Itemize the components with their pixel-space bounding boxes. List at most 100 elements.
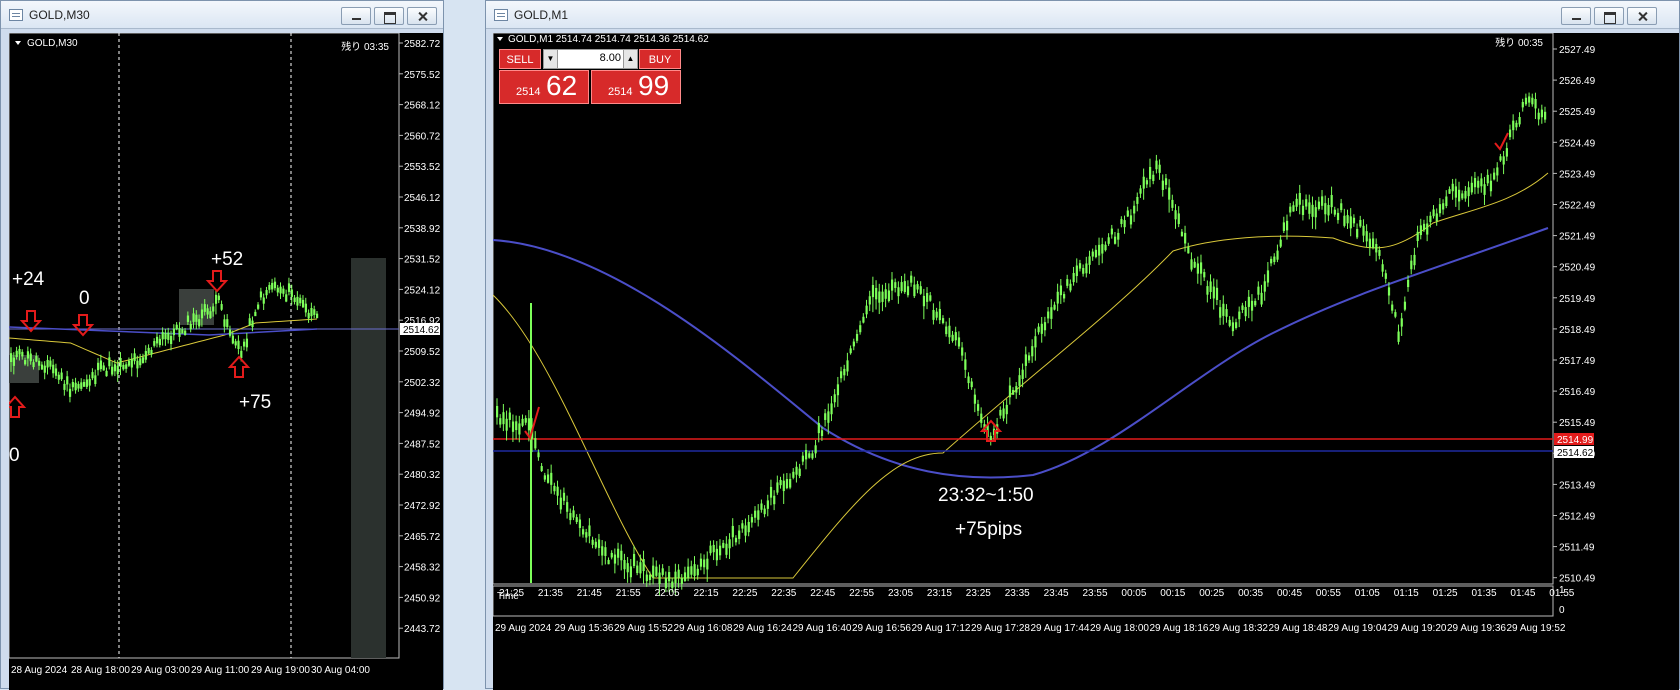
buy-price-button[interactable]: 2514 99: [591, 70, 681, 104]
price-candle: [1219, 307, 1222, 318]
price-candle: [1238, 311, 1241, 320]
price-candle: [1314, 207, 1317, 218]
window-gold-m30[interactable]: GOLD,M30 GOLD,M30 残り 03:35 2582.72 2575.52 2…: [0, 0, 444, 690]
price-candle: [795, 466, 798, 475]
price-candle: [1094, 249, 1098, 258]
price-candle: [1158, 164, 1161, 173]
price-candle: [865, 305, 868, 315]
price-candle: [133, 353, 136, 362]
time-tick-label: 29 Aug 16:08: [674, 623, 733, 634]
price-tick-label: 2560.72: [404, 131, 441, 142]
price-candle: [181, 329, 184, 334]
price-candle: [760, 503, 763, 510]
price-candle: [680, 577, 683, 585]
price-candle: [122, 364, 125, 370]
price-candle: [1359, 219, 1362, 227]
price-candle: [1190, 259, 1193, 270]
lot-decrease-icon[interactable]: ▼: [544, 50, 558, 68]
price-candle: [1362, 225, 1365, 236]
price-candle: [1056, 291, 1059, 304]
price-candle: [1069, 283, 1072, 291]
price-candle: [1024, 354, 1027, 366]
price-candle: [240, 350, 243, 359]
window-gold-m1[interactable]: GOLD,M1 残り 00:35 GOLD,M1 2514.74 2514.74 …: [485, 0, 1680, 690]
minimize-button[interactable]: [1561, 7, 1591, 25]
maximize-button[interactable]: [1594, 7, 1624, 25]
sell-price-button[interactable]: 2514 62: [499, 70, 589, 104]
price-candle: [683, 572, 687, 581]
price-candle: [1184, 232, 1187, 244]
close-button[interactable]: [407, 7, 437, 25]
price-candle: [293, 297, 296, 302]
lot-size-stepper[interactable]: ▼ 8.00 ▲: [543, 49, 638, 69]
price-candle: [63, 383, 66, 390]
price-candle: [871, 285, 875, 298]
price-candle: [804, 450, 808, 460]
price-candle: [130, 358, 133, 368]
price-candle: [1544, 111, 1547, 120]
buy-price-big: 99: [638, 70, 670, 101]
annotation-pips: +75pips: [955, 519, 1023, 540]
price-candle: [849, 348, 852, 354]
price-candle: [954, 332, 957, 341]
price-candle: [1270, 258, 1273, 264]
price-candle: [668, 572, 671, 582]
titlebar-m1[interactable]: GOLD,M1: [486, 1, 1679, 29]
price-candle: [926, 293, 929, 302]
price-candle: [1104, 244, 1107, 251]
titlebar-m30[interactable]: GOLD,M30: [1, 1, 443, 29]
price-candle: [290, 289, 293, 297]
price-tick-label: 2480.32: [404, 470, 441, 481]
price-candle: [613, 554, 617, 564]
price-candle: [1174, 210, 1177, 220]
price-tick-label: 2568.12: [404, 101, 441, 112]
maximize-button[interactable]: [374, 7, 404, 25]
price-candle: [1222, 303, 1225, 316]
price-candle: [1107, 237, 1110, 244]
price-candle: [1305, 199, 1308, 207]
chart-area-m1[interactable]: 残り 00:35 GOLD,M1 2514.74 2514.74 2514.36 …: [493, 33, 1679, 690]
price-candle: [741, 523, 744, 529]
price-candle: [655, 566, 658, 576]
price-candle: [1292, 205, 1295, 212]
price-candle: [948, 325, 951, 338]
price-candle: [868, 296, 871, 305]
lot-increase-icon[interactable]: ▲: [623, 50, 637, 68]
price-candle: [175, 324, 178, 330]
time-tick-label: 29 Aug 17:12: [912, 623, 971, 634]
price-candle: [1480, 178, 1483, 187]
price-candle: [515, 421, 518, 431]
sub-time-tick-label: 01:15: [1394, 588, 1419, 599]
price-candle: [1040, 323, 1043, 334]
minimize-button[interactable]: [341, 7, 371, 25]
price-candle: [648, 574, 652, 581]
price-candle: [1012, 389, 1015, 395]
price-tick-label: 2524.49: [1559, 138, 1596, 149]
price-candle: [1088, 256, 1091, 265]
price-candle: [1037, 326, 1040, 333]
lot-size-value[interactable]: 8.00: [560, 52, 621, 64]
sub-time-tick-label: 23:15: [927, 588, 952, 599]
price-candle: [773, 495, 776, 505]
chart-area-m30[interactable]: GOLD,M30 残り 03:35 2582.72 2575.52 2568.12 256…: [9, 33, 443, 690]
price-tick-label: 2513.49: [1559, 480, 1596, 491]
symbol-label: GOLD,M30: [27, 38, 78, 49]
price-candle: [1257, 286, 1260, 295]
buy-button[interactable]: BUY: [639, 49, 681, 69]
time-tick-label: 29 Aug 16:40: [793, 623, 852, 634]
price-candle: [855, 333, 859, 341]
price-candle: [1410, 260, 1413, 270]
price-candle: [1496, 167, 1499, 176]
price-candle: [620, 550, 623, 561]
sub-time-tick-label: 21:35: [538, 588, 563, 599]
window-title: GOLD,M1: [514, 8, 569, 22]
price-candle: [184, 330, 187, 336]
sub-time-tick-label: 00:55: [1316, 588, 1341, 599]
price-candle: [296, 296, 299, 306]
price-candle: [594, 541, 597, 548]
price-candle: [1047, 311, 1050, 319]
price-candle: [1129, 215, 1133, 225]
close-button[interactable]: [1627, 7, 1657, 25]
price-candle: [1005, 404, 1008, 415]
sell-button[interactable]: SELL: [499, 49, 541, 69]
